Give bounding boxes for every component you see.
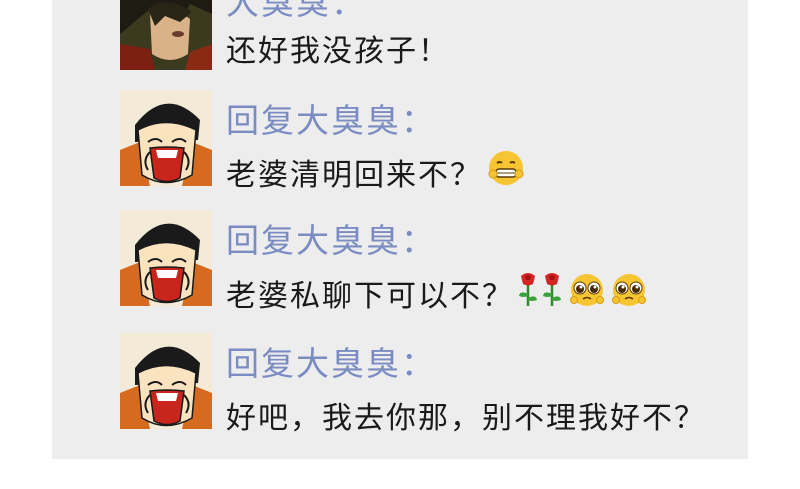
sender-name: 回复大臭臭： <box>226 221 436 260</box>
dark-hair-warrior-avatar-icon <box>120 0 212 70</box>
rose-emoji-icon <box>540 270 564 316</box>
sender-name: 回复大臭臭： <box>226 344 436 383</box>
grimacing-smile-emoji-icon <box>486 148 526 196</box>
avatar[interactable] <box>120 0 212 70</box>
sender-name: 回复大臭臭： <box>226 101 436 140</box>
sender-name: 大臭臭： <box>226 0 366 22</box>
message-text-content: 老婆清明回来不？ <box>226 158 482 193</box>
message-text: 还好我没孩子！ <box>226 26 450 70</box>
message-text: 好吧，我去你那，别不理我好不？ <box>226 393 706 437</box>
rose-emoji-icon <box>516 270 540 316</box>
laughing-cartoon-man-avatar-icon <box>120 90 212 186</box>
laughing-cartoon-man-avatar-icon <box>120 333 212 429</box>
message-text: 老婆私聊下可以不？ <box>226 270 648 316</box>
laughing-cartoon-man-avatar-icon <box>120 210 212 306</box>
message-text: 老婆清明回来不？ <box>226 148 526 196</box>
message-text-content: 老婆私聊下可以不？ <box>226 279 514 314</box>
message-text-content: 好吧，我去你那，别不理我好不？ <box>226 401 706 436</box>
avatar[interactable] <box>120 210 212 306</box>
pleading-face-emoji-icon <box>568 270 606 316</box>
avatar[interactable] <box>120 90 212 186</box>
avatar[interactable] <box>120 333 212 429</box>
pleading-face-emoji-icon <box>610 270 648 316</box>
message-text-content: 还好我没孩子！ <box>226 34 450 69</box>
